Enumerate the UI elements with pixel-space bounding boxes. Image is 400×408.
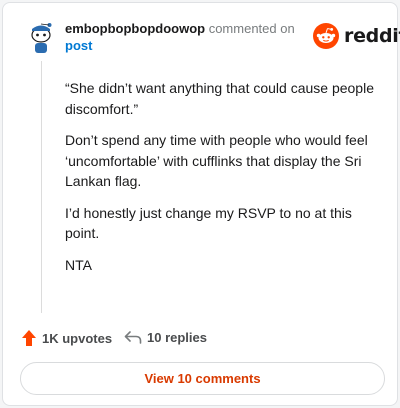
comment-footer: 1K upvotes 10 replies (21, 328, 381, 348)
view-comments-button[interactable]: View 10 comments (20, 362, 385, 395)
replies-button[interactable]: 10 replies (124, 329, 207, 345)
user-avatar[interactable] (24, 20, 58, 54)
comment-meta: embopbopbopdoowop commented on post (65, 20, 305, 54)
reply-arrow-icon (124, 331, 142, 344)
comment-paragraph: I’d honestly just change my RSVP to no a… (65, 204, 352, 242)
post-link[interactable]: post (65, 37, 305, 54)
comment-card: embopbopbopdoowop commented on post redd… (2, 2, 400, 406)
comment-body: “She didn’t want anything that could cau… (65, 78, 387, 286)
upvote-arrow-icon (22, 330, 36, 346)
comment-header: embopbopbopdoowop commented on post redd… (17, 17, 400, 57)
comment-paragraph: NTA (65, 256, 92, 273)
thread-line (41, 61, 42, 313)
comment-paragraph: Don’t spend any time with people who wou… (65, 132, 368, 189)
replies-count: 10 replies (147, 329, 207, 345)
reddit-logo[interactable]: reddit (313, 23, 400, 51)
snoo-avatar-icon (24, 20, 58, 54)
upvote-count: 1K upvotes (42, 330, 113, 346)
reddit-wordmark: reddit (344, 25, 400, 47)
comment-paragraph: “She didn’t want anything that could cau… (65, 80, 374, 117)
reddit-snoo-icon (313, 23, 339, 49)
upvote-button[interactable]: 1K upvotes (21, 329, 112, 347)
username-link[interactable]: embopbopbopdoowop (65, 21, 205, 36)
comment-action-text: commented on (208, 21, 295, 36)
